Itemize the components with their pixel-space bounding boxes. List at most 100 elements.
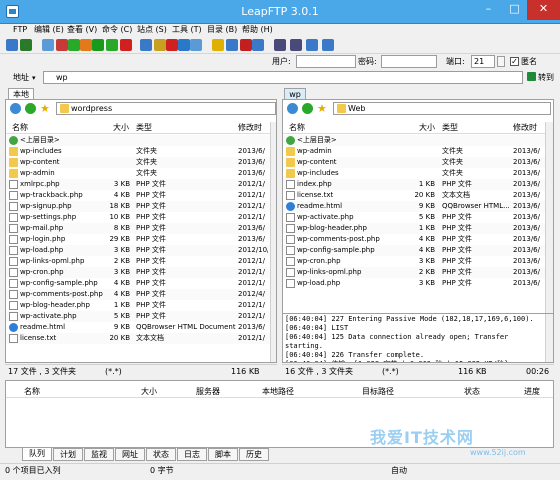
local-scrollbar[interactable] xyxy=(270,122,276,362)
settings-icon[interactable] xyxy=(20,39,32,51)
remote-col-date[interactable]: 修改时 xyxy=(513,122,543,134)
queue-icon[interactable] xyxy=(240,39,252,51)
remote-col-name[interactable]: 名称 xyxy=(289,122,305,134)
local-col-date[interactable]: 修改时 xyxy=(238,122,268,134)
menu-edit[interactable]: 编辑 (E) xyxy=(34,24,64,36)
menu-tools[interactable]: 工具 (T) xyxy=(172,24,202,36)
transfer-icon[interactable] xyxy=(226,39,238,51)
home-icon[interactable] xyxy=(25,103,36,114)
edit-icon[interactable] xyxy=(154,39,166,51)
tab-url[interactable]: 网址 xyxy=(115,448,145,461)
tab-log[interactable]: 日志 xyxy=(177,448,207,461)
queue-col-progress[interactable]: 进度 xyxy=(524,386,540,398)
file-row[interactable]: wp-content 文件夹 2013/6/ xyxy=(283,157,545,168)
address-input[interactable]: wp xyxy=(43,71,523,84)
menu-command[interactable]: 命令 (C) xyxy=(102,24,132,36)
file-row[interactable]: <上层目录> xyxy=(283,135,545,146)
file-row[interactable]: wp-login.php 29 KB PHP 文件 2013/6/ xyxy=(6,234,270,245)
file-row[interactable]: wp-links-opml.php 2 KB PHP 文件 2013/6/ xyxy=(283,267,545,278)
refresh-icon[interactable] xyxy=(92,39,104,51)
open-icon[interactable] xyxy=(6,39,18,51)
file-row[interactable]: wp-load.php 3 KB PHP 文件 2012/10/ xyxy=(6,245,270,256)
go-button[interactable]: 转到 xyxy=(538,72,554,84)
view-icon[interactable] xyxy=(190,39,202,51)
file-row[interactable]: wp-includes 文件夹 2013/6/ xyxy=(283,168,545,179)
menu-view[interactable]: 查看 (V) xyxy=(67,24,97,36)
remove-icon[interactable] xyxy=(80,39,92,51)
file-row[interactable]: wp-config-sample.php 4 KB PHP 文件 2013/6/ xyxy=(283,245,545,256)
file-row[interactable]: wp-load.php 3 KB PHP 文件 2013/6/ xyxy=(283,278,545,289)
file-row[interactable]: wp-content 文件夹 2013/6/ xyxy=(6,157,270,168)
menu-ftp[interactable]: FTP xyxy=(13,24,27,36)
tab-script[interactable]: 脚本 xyxy=(208,448,238,461)
lightning-icon[interactable] xyxy=(212,39,224,51)
file-row[interactable]: license.txt 20 KB 文本文档 2013/6/ xyxy=(283,190,545,201)
local-col-type[interactable]: 类型 xyxy=(136,122,152,134)
file-row[interactable]: wp-blog-header.php 1 KB PHP 文件 2013/6/ xyxy=(283,223,545,234)
file-row[interactable]: wp-comments-post.php 4 KB PHP 文件 2013/6/ xyxy=(283,234,545,245)
log-scrollbar[interactable] xyxy=(545,314,553,362)
menu-directory[interactable]: 目录 (B) xyxy=(207,24,237,36)
user-field[interactable] xyxy=(296,55,356,68)
remote-col-type[interactable]: 类型 xyxy=(442,122,458,134)
port-spinner[interactable] xyxy=(497,56,505,67)
remote-path-field[interactable]: Web xyxy=(333,102,551,115)
queue-col-size[interactable]: 大小 xyxy=(141,386,157,398)
stop-icon[interactable] xyxy=(120,39,132,51)
anonymous-checkbox[interactable]: ✓ xyxy=(510,57,519,66)
star-icon[interactable]: ★ xyxy=(40,103,51,114)
file-row[interactable]: wp-includes 文件夹 2013/6/ xyxy=(6,146,270,157)
file-row[interactable]: wp-links-opml.php 2 KB PHP 文件 2012/1/ xyxy=(6,256,270,267)
file-row[interactable]: wp-mail.php 8 KB PHP 文件 2013/6/ xyxy=(6,223,270,234)
minimize-button[interactable]: – xyxy=(475,0,502,20)
queue-col-status[interactable]: 状态 xyxy=(464,386,480,398)
remote-col-size[interactable]: 大小 xyxy=(419,122,435,134)
queue-col-target-path[interactable]: 目标路径 xyxy=(362,386,394,398)
file-row[interactable]: wp-comments-post.php 4 KB PHP 文件 2012/4/ xyxy=(6,289,270,300)
tab-monitor[interactable]: 监视 xyxy=(84,448,114,461)
port-field[interactable]: 21 xyxy=(471,55,495,68)
remote-scrollbar[interactable] xyxy=(545,122,553,314)
play-icon[interactable] xyxy=(106,39,118,51)
menu-site[interactable]: 站点 (S) xyxy=(137,24,167,36)
add-icon[interactable] xyxy=(68,39,80,51)
rename-icon[interactable] xyxy=(178,39,190,51)
local-path-field[interactable]: wordpress xyxy=(56,102,276,115)
maximize-button[interactable]: □ xyxy=(502,0,527,20)
exit-icon[interactable] xyxy=(252,39,264,51)
queue-col-name[interactable]: 名称 xyxy=(24,386,40,398)
file-row[interactable]: wp-signup.php 18 KB PHP 文件 2012/1/ xyxy=(6,201,270,212)
file-row[interactable]: license.txt 20 KB 文本文档 2012/1/ xyxy=(6,333,270,344)
menu-help[interactable]: 帮助 (H) xyxy=(242,24,273,36)
local-col-name[interactable]: 名称 xyxy=(12,122,28,134)
go-icon[interactable] xyxy=(527,72,536,81)
file-row[interactable]: wp-settings.php 10 KB PHP 文件 2012/1/ xyxy=(6,212,270,223)
queue-col-local-path[interactable]: 本地路径 xyxy=(262,386,294,398)
file-row[interactable]: wp-admin 文件夹 2013/6/ xyxy=(283,146,545,157)
file-row[interactable]: wp-cron.php 3 KB PHP 文件 2013/6/ xyxy=(283,256,545,267)
remote-home-icon[interactable] xyxy=(302,103,313,114)
binoculars-icon[interactable] xyxy=(274,39,286,51)
tab-history[interactable]: 历史 xyxy=(239,448,269,461)
file-row[interactable]: readme.html 9 KB QQBrowser HTML... 2013/6/ xyxy=(283,201,545,212)
file-row[interactable]: wp-admin 文件夹 2013/6/ xyxy=(6,168,270,179)
file-row[interactable]: wp-blog-header.php 1 KB PHP 文件 2012/1/ xyxy=(6,300,270,311)
binoculars-2-icon[interactable] xyxy=(290,39,302,51)
delete-icon[interactable] xyxy=(166,39,178,51)
password-field[interactable] xyxy=(381,55,437,68)
tab-status[interactable]: 状态 xyxy=(146,448,176,461)
tab-schedule[interactable]: 计划 xyxy=(53,448,83,461)
file-row[interactable]: wp-trackback.php 4 KB PHP 文件 2012/1/ xyxy=(6,190,270,201)
file-row[interactable]: wp-activate.php 5 KB PHP 文件 2012/1/ xyxy=(6,311,270,322)
find-icon[interactable] xyxy=(140,39,152,51)
tab-queue[interactable]: 队列 xyxy=(22,448,52,461)
close-button[interactable]: ✕ xyxy=(527,0,560,20)
refresh-icon[interactable] xyxy=(10,103,21,114)
queue-col-server[interactable]: 服务器 xyxy=(196,386,220,398)
file-row[interactable]: <上层目录> xyxy=(6,135,270,146)
disconnect-icon[interactable] xyxy=(56,39,68,51)
remote-star-icon[interactable]: ★ xyxy=(317,103,328,114)
compare-icon[interactable] xyxy=(306,39,318,51)
local-col-size[interactable]: 大小 xyxy=(113,122,129,134)
sync-icon[interactable] xyxy=(322,39,334,51)
